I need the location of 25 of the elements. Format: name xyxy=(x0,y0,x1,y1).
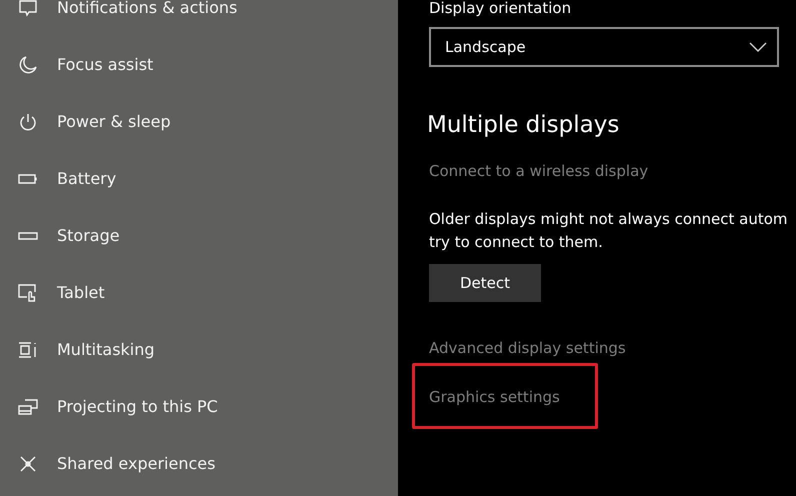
orientation-dropdown[interactable]: Landscape xyxy=(429,27,779,67)
sidebar-item[interactable]: Tablet xyxy=(0,264,398,321)
power-icon xyxy=(18,112,38,132)
sidebar-item[interactable]: Storage xyxy=(0,207,398,264)
sidebar-item[interactable]: Battery xyxy=(0,150,398,207)
chevron-down-icon xyxy=(749,42,767,52)
tablet-touch-icon xyxy=(18,282,38,302)
speech-bubble-icon xyxy=(18,0,38,18)
multitasking-icon xyxy=(18,340,38,360)
sidebar-item[interactable]: Projecting to this PC xyxy=(0,378,398,435)
orientation-label: Display orientation xyxy=(429,0,572,18)
sidebar-item[interactable]: Focus assist xyxy=(0,36,398,93)
section-title: Multiple displays xyxy=(427,112,620,138)
shared-devices-icon xyxy=(18,454,38,474)
moon-icon xyxy=(18,54,38,74)
paragraph: Older displays might not always connect autom try to connect to them. xyxy=(429,209,788,253)
detect-button[interactable]: Detect xyxy=(429,264,541,302)
settings-link[interactable]: Advanced display settings xyxy=(429,339,626,357)
sidebar-item[interactable]: Shared experiences xyxy=(0,435,398,492)
settings-link[interactable]: Graphics settings xyxy=(429,388,560,406)
sidebar-item[interactable]: Power & sleep xyxy=(0,93,398,150)
wireless-display-link[interactable]: Connect to a wireless display xyxy=(429,162,648,180)
sidebar-item[interactable]: Multitasking xyxy=(0,321,398,378)
projecting-icon xyxy=(18,396,38,416)
sidebar-item[interactable]: Notifications & actions xyxy=(0,0,398,36)
